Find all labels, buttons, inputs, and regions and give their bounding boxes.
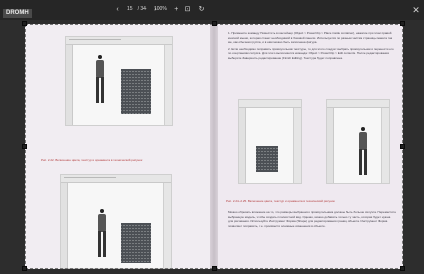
document-canvas[interactable]: Рис. 2.22. Включение цвета, текстур и ор… (25, 24, 403, 269)
selection-handle[interactable] (400, 144, 405, 149)
fashion-figure-3 (356, 127, 370, 175)
item-1: 1. Примените команду Поместить в контейн… (228, 31, 393, 44)
zoom-in-icon[interactable]: + (172, 5, 181, 14)
left-caption: Рис. 2.22. Включение цвета, текстур и ор… (41, 158, 143, 162)
right-text-top: 1. Примените команду Поместить в контейн… (228, 31, 396, 62)
texture-swatch-2 (121, 223, 151, 263)
right-text-bottom: Можно обрезать вложение на то, что разме… (228, 210, 396, 228)
book-spine (210, 24, 218, 269)
software-screenshot-right-1 (238, 99, 302, 184)
right-page: 1. Примените команду Поместить в контейн… (214, 24, 403, 269)
fashion-figure-2 (95, 209, 109, 257)
software-screenshot-right-2 (326, 99, 390, 184)
selection-handle[interactable] (400, 21, 405, 26)
document-viewer: DROMH ‹ 15 / 34 › − 100% + ⊡ ↻ ✕ Рис. 2.… (0, 0, 424, 274)
viewer-toolbar: DROMH ‹ 15 / 34 › − 100% + ⊡ ↻ ✕ (0, 0, 424, 20)
right-caption: Рис. 2.24–2.25. Включение цвета, текстур… (226, 199, 335, 203)
zoom-level[interactable]: 100% (154, 6, 167, 12)
selection-handle[interactable] (22, 266, 27, 271)
left-page: Рис. 2.22. Включение цвета, текстур и ор… (25, 24, 214, 269)
selection-handle[interactable] (212, 21, 217, 26)
software-screenshot-top (65, 36, 173, 126)
view-tools: ⊡ ↻ (183, 3, 206, 15)
page-current[interactable]: 15 (127, 6, 133, 12)
prev-page-icon[interactable]: ‹ (113, 5, 122, 14)
selection-handle[interactable] (22, 144, 27, 149)
close-icon[interactable]: ✕ (411, 5, 421, 15)
selection-handle[interactable] (22, 21, 27, 26)
zoom-controls: − 100% + (140, 3, 181, 15)
zoom-out-icon[interactable]: − (140, 5, 149, 14)
fashion-figure (93, 55, 107, 103)
brand-logo: DROMH (3, 9, 32, 18)
selection-handle[interactable] (400, 266, 405, 271)
fit-page-icon[interactable]: ⊡ (183, 5, 192, 14)
texture-swatch (121, 69, 151, 114)
rotate-icon[interactable]: ↻ (197, 5, 206, 14)
software-screenshot-bottom (60, 174, 172, 269)
item-2: 2. Если необходимо поправить прямоугольн… (228, 46, 394, 60)
selection-handle[interactable] (212, 266, 217, 271)
texture-swatch-3 (256, 146, 278, 172)
